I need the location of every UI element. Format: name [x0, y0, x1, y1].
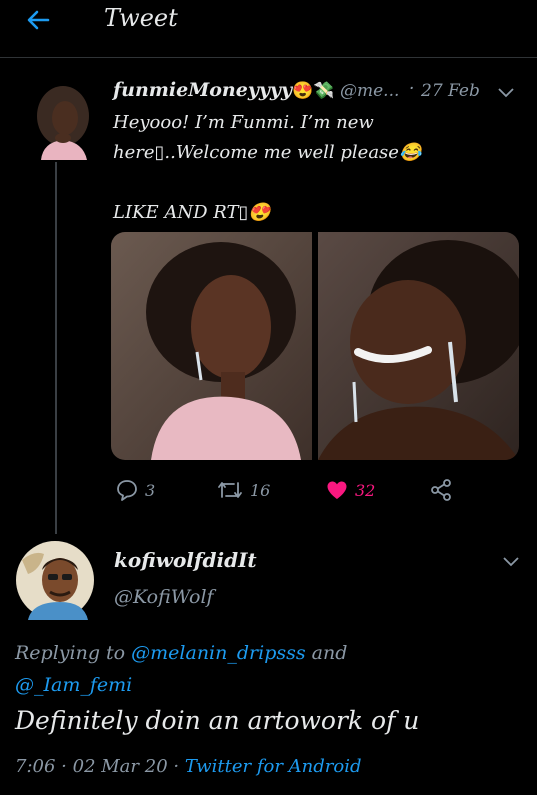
- mention-link[interactable]: @_Iam_femi: [15, 674, 132, 696]
- tweet-author-handle[interactable]: @me...: [340, 81, 399, 101]
- tweet-media[interactable]: [111, 232, 519, 460]
- tweet-more-chevron-down-icon[interactable]: [497, 87, 515, 99]
- tweet-date[interactable]: 27 Feb: [421, 81, 480, 101]
- reply-source-link[interactable]: Twitter for Android: [185, 756, 362, 777]
- heart-icon: [327, 481, 347, 499]
- tweet-text: Heyooo! I’m Funmi. I’m new here▯..Welcom…: [113, 112, 422, 223]
- back-arrow-icon[interactable]: [22, 4, 54, 36]
- comment-icon: [117, 480, 137, 501]
- tweet-photo-1[interactable]: [111, 232, 312, 460]
- tweet-author-name[interactable]: funmieMoneyyyy😍💸: [113, 79, 334, 101]
- reply-author-handle[interactable]: @KofiWolf: [114, 586, 214, 608]
- page-title: Tweet: [104, 4, 178, 32]
- reply-action[interactable]: 3: [115, 475, 155, 505]
- tweet-author-avatar[interactable]: [35, 80, 91, 160]
- reply-text: Definitely doin an artowork of u: [15, 706, 420, 735]
- reply-time: 7:06: [15, 756, 56, 777]
- tweet-actions: 3 16 32: [111, 475, 511, 505]
- tweet-photo-2[interactable]: [318, 232, 519, 460]
- reply-author-avatar[interactable]: [14, 540, 96, 620]
- share-action[interactable]: [429, 475, 453, 505]
- replying-to: Replying to @melanin_dripsss and @_Iam_f…: [15, 642, 348, 696]
- retweet-count: 16: [250, 480, 271, 500]
- share-icon: [431, 479, 451, 501]
- top-bar: Tweet: [0, 0, 537, 58]
- like-action[interactable]: 32: [325, 475, 375, 505]
- retweet-icon: [218, 482, 242, 498]
- reply-more-chevron-down-icon[interactable]: [502, 556, 520, 568]
- reply-author-name[interactable]: kofiwolfdidIt: [114, 548, 257, 572]
- reply-meta: 7:06 · 02 Mar 20 · Twitter for Android: [15, 756, 362, 777]
- retweet-action[interactable]: 16: [216, 475, 270, 505]
- reply-date: 02 Mar 20: [72, 756, 168, 777]
- author-emoji: 😍💸: [291, 81, 335, 101]
- meta-separator: ·: [409, 79, 415, 99]
- thread-connector-line: [55, 162, 57, 534]
- reply-count: 3: [145, 480, 156, 500]
- mention-link[interactable]: @melanin_dripsss: [131, 642, 305, 664]
- like-count: 32: [355, 480, 376, 500]
